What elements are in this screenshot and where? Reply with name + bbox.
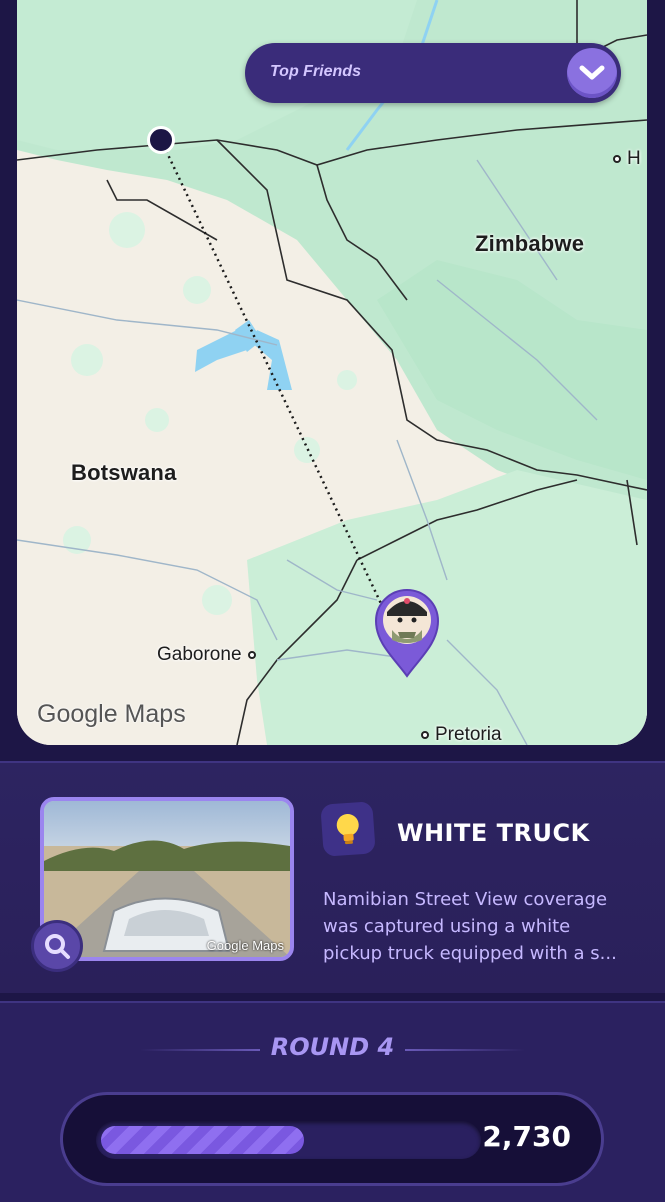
zoom-street-view-button[interactable] [31,920,83,972]
street-view-image [44,801,290,957]
hint-panel: Google Maps WHITE TRUCK Namibian Street … [0,761,665,995]
gaborone-label-text: Gaborone [157,644,242,665]
pretoria-label-text: Pretoria [435,724,502,745]
google-maps-logo: Google Maps [37,700,186,728]
chevron-down-icon [579,65,605,80]
guess-marker [147,126,175,154]
search-icon [45,934,70,959]
score-bar: 2,730 [60,1092,604,1186]
map-label-botswana: Botswana [71,460,177,485]
round-label: ROUND 4 [270,1033,395,1061]
separator [0,993,665,1001]
lightbulb-icon [320,801,376,857]
map-label-h-city: H [613,148,641,170]
hint-description: Namibian Street View coverage was captur… [323,889,617,964]
top-friends-label: Top Friends [270,63,361,80]
score-value: 2,730 [482,1120,571,1153]
hint-title: WHITE TRUCK [397,819,590,847]
street-view-attribution: Google Maps [206,938,284,953]
divider-right [405,1049,525,1051]
map-label-gaborone: Gaborone [157,644,256,666]
city-dot-icon [421,731,429,739]
progress-track [96,1121,481,1159]
city-dot-icon [247,651,256,659]
map-label-pretoria: Pretoria [421,724,502,745]
round-panel: ROUND 4 2,730 [0,1001,665,1202]
city-dot-icon [613,155,621,163]
top-friends-toggle-button[interactable] [567,48,617,98]
map-view[interactable]: Zimbabwe Botswana Gaborone Pretoria H Go… [17,0,647,745]
h-city-label-text: H [627,148,641,169]
map-label-zimbabwe: Zimbabwe [475,231,585,256]
progress-fill [101,1126,304,1154]
map-terrain [17,0,647,745]
top-friends-dropdown[interactable]: Top Friends [245,43,621,103]
separator [0,745,665,761]
location-pin-icon[interactable] [374,588,440,678]
